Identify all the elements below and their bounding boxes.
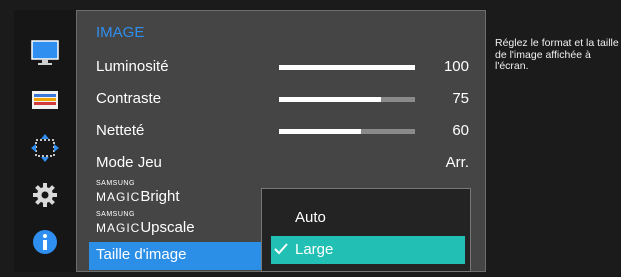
menu-item-label: Netteté <box>96 122 145 139</box>
slider-fill <box>279 65 415 70</box>
size-position-icon[interactable] <box>31 134 59 162</box>
menu-item-label: SAMSUNG MAGIC Bright <box>96 180 180 205</box>
menu-item-mode-jeu[interactable]: Mode Jeu Arr. <box>89 150 485 178</box>
slider-fill <box>279 129 361 134</box>
menu-item-value: 60 <box>452 122 469 139</box>
menu-item-taille-image[interactable]: Taille d'image <box>89 242 265 270</box>
luminosite-slider[interactable] <box>279 65 415 70</box>
menu-title: IMAGE <box>96 24 145 41</box>
slider-fill <box>279 97 381 102</box>
menu-item-label: Luminosité <box>96 58 169 75</box>
brand-magic: MAGIC <box>96 190 141 204</box>
checkmark-icon <box>274 243 288 255</box>
help-text: Réglez le format et la taille de l'image… <box>495 37 619 72</box>
menu-item-luminosite[interactable]: Luminosité 100 <box>89 54 485 82</box>
color-icon[interactable] <box>31 86 59 114</box>
magic-item-name: Upscale <box>140 219 195 236</box>
option-large[interactable]: Large <box>271 236 465 264</box>
brand-samsung: SAMSUNG <box>96 211 135 218</box>
nettete-slider[interactable] <box>279 129 415 134</box>
menu-item-value: Arr. <box>445 154 469 171</box>
menu-item-nettete[interactable]: Netteté 60 <box>89 118 485 146</box>
monitor-osd: IMAGE Luminosité 100 Contraste 75 Nettet… <box>0 0 621 277</box>
picture-icon[interactable] <box>31 39 59 67</box>
brand-samsung: SAMSUNG <box>96 180 135 187</box>
settings-icon[interactable] <box>31 181 59 209</box>
brand-magic: MAGIC <box>96 221 141 235</box>
category-sidebar <box>14 10 76 272</box>
menu-item-contraste[interactable]: Contraste 75 <box>89 86 485 114</box>
image-size-popup: Auto Large <box>261 188 471 272</box>
menu-item-value: 100 <box>443 58 469 75</box>
contraste-slider[interactable] <box>279 97 415 102</box>
information-icon[interactable] <box>31 228 59 256</box>
magic-item-name: Bright <box>140 188 180 205</box>
menu-item-label: Contraste <box>96 90 162 107</box>
option-label: Large <box>295 241 334 258</box>
option-label: Auto <box>295 209 326 226</box>
option-auto[interactable]: Auto <box>271 204 465 232</box>
menu-item-label: Taille d'image <box>96 246 187 263</box>
menu-item-value: 75 <box>452 90 469 107</box>
menu-item-label: Mode Jeu <box>96 154 162 171</box>
menu-item-label: SAMSUNG MAGIC Upscale <box>96 211 195 236</box>
